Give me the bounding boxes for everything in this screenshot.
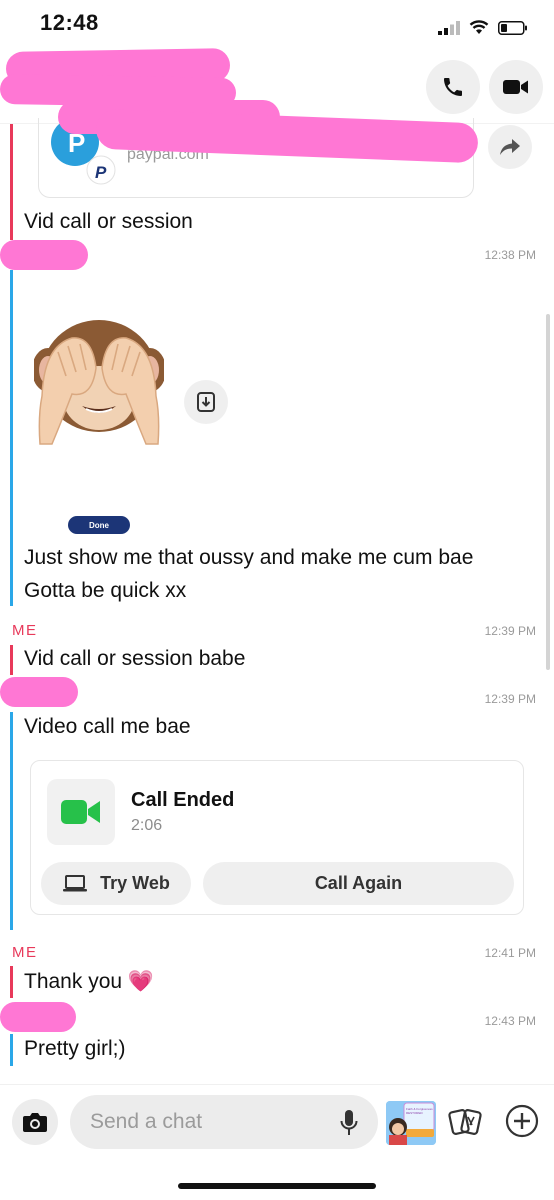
sender-label: ME — [12, 944, 38, 961]
message-timestamp: 12:39 PM — [484, 624, 536, 638]
sticker-cards-icon[interactable] — [448, 1105, 482, 1139]
message-timestamp: 12:39 PM — [484, 692, 536, 706]
see-no-evil-monkey-sticker[interactable] — [34, 316, 164, 448]
plus-icon[interactable] — [504, 1103, 540, 1139]
redaction-mark — [0, 240, 88, 270]
call-status-title: Call Ended — [131, 789, 235, 811]
message-timestamp: 12:38 PM — [484, 248, 536, 262]
video-call-tile — [47, 779, 115, 845]
call-again-label: Call Again — [314, 873, 403, 893]
video-camera-icon — [503, 80, 528, 94]
status-bar: 12:48 — [0, 0, 554, 46]
try-web-button[interactable]: Try Web — [41, 862, 191, 905]
message-text: Just show me that oussy and make me cum … — [24, 546, 474, 569]
download-icon — [197, 392, 215, 412]
call-duration: 2:06 — [131, 817, 163, 834]
cellular-signal-icon — [438, 20, 460, 35]
microphone-icon[interactable] — [340, 1109, 358, 1137]
message-text: Pretty girl;) — [24, 1037, 126, 1060]
message-timestamp: 12:41 PM — [484, 946, 536, 960]
voice-call-button[interactable] — [426, 60, 480, 114]
chat-input[interactable] — [70, 1095, 378, 1149]
camera-icon — [23, 1113, 47, 1132]
message-timestamp: 12:43 PM — [484, 1014, 536, 1028]
svg-text:P: P — [95, 163, 107, 182]
message-text: Gotta be quick xx — [24, 579, 187, 602]
sticker-done-label: Done — [68, 516, 130, 534]
chat-composer: Faith & Forgiveness RESTORED — [0, 1084, 554, 1200]
status-time: 12:48 — [40, 10, 99, 35]
message-accent-bar — [10, 645, 13, 675]
video-call-button[interactable] — [489, 60, 543, 114]
redaction-mark — [0, 677, 78, 707]
message-text: Video call me bae — [24, 715, 191, 738]
message-text: Vid call or session babe — [24, 647, 246, 670]
redaction-mark — [0, 1002, 76, 1032]
status-icons — [438, 20, 528, 35]
call-ended-card: Call Ended 2:06 Try Web Call Again — [30, 760, 524, 915]
message-accent-bar — [10, 270, 13, 606]
scrollbar[interactable] — [546, 314, 550, 670]
try-web-label: Try Web — [100, 873, 170, 893]
bitmoji-caption: Faith & Forgiveness RESTORED — [406, 1107, 433, 1115]
home-indicator — [178, 1183, 376, 1189]
message-accent-bar — [10, 966, 13, 998]
sender-label: ME — [12, 622, 38, 639]
bitmoji-button[interactable]: Faith & Forgiveness RESTORED — [386, 1101, 436, 1145]
laptop-icon — [63, 874, 88, 891]
camera-button[interactable] — [12, 1099, 58, 1145]
message-text: Vid call or session — [24, 210, 193, 233]
message-text: Thank you 💗 — [24, 970, 155, 993]
save-sticker-button[interactable] — [184, 380, 228, 424]
wifi-icon — [469, 20, 489, 34]
share-button[interactable] — [488, 125, 532, 169]
message-accent-bar — [10, 1034, 13, 1066]
call-again-button[interactable]: Call Again — [203, 862, 514, 905]
share-arrow-icon — [500, 139, 520, 155]
phone-icon — [444, 78, 462, 96]
message-accent-bar — [10, 124, 13, 240]
battery-icon — [498, 20, 527, 35]
message-accent-bar — [10, 712, 13, 930]
video-camera-icon — [61, 800, 100, 824]
